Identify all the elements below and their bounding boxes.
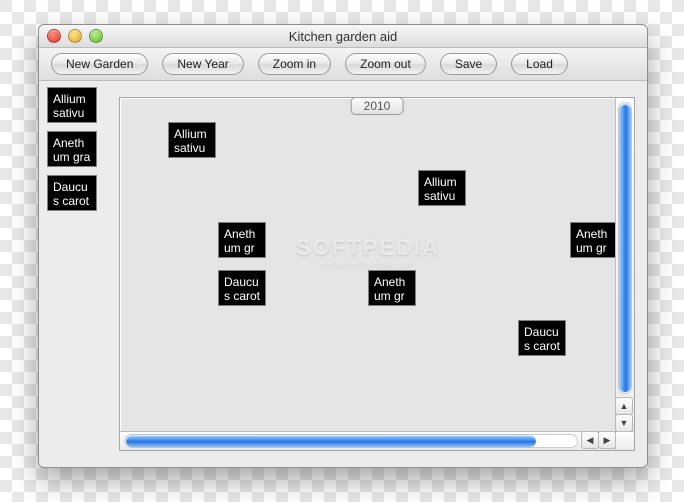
zoom-icon[interactable] — [89, 29, 103, 43]
content-area: Allium sativum Anethum graveolens Daucus… — [39, 81, 647, 467]
placed-plant[interactable]: Daucus carota — [518, 320, 566, 356]
palette-item[interactable]: Anethum graveolens — [47, 131, 97, 167]
watermark-text: SOFTPEDIA — [296, 235, 440, 261]
placed-plant[interactable]: Anethum graveolens — [218, 222, 266, 258]
window-controls — [47, 29, 103, 43]
new-garden-button[interactable]: New Garden — [51, 53, 148, 75]
placed-plant[interactable]: Anethum graveolens — [570, 222, 616, 258]
watermark: SOFTPEDIA www.softpedia.com — [296, 235, 440, 269]
window-title: Kitchen garden aid — [39, 29, 647, 44]
garden-panel: 2010 SOFTPEDIA www.softpedia.com Allium … — [119, 97, 635, 451]
zoom-out-button[interactable]: Zoom out — [345, 53, 426, 75]
load-button[interactable]: Load — [511, 53, 568, 75]
scroll-up-icon[interactable]: ▲ — [615, 397, 633, 415]
scroll-left-icon[interactable]: ◀ — [581, 431, 599, 449]
horizontal-scrollbar[interactable]: ◀ ▶ — [120, 431, 616, 450]
placed-plant[interactable]: Allium sativum — [168, 122, 216, 158]
app-window: Kitchen garden aid New Garden New Year Z… — [38, 24, 648, 468]
save-button[interactable]: Save — [440, 53, 497, 75]
scroll-down-icon[interactable]: ▼ — [615, 414, 633, 432]
new-year-button[interactable]: New Year — [162, 53, 243, 75]
palette-item[interactable]: Daucus carota — [47, 175, 97, 211]
scroll-corner — [615, 431, 634, 450]
minimize-icon[interactable] — [68, 29, 82, 43]
toolbar: New Garden New Year Zoom in Zoom out Sav… — [39, 48, 647, 81]
scroll-right-icon[interactable]: ▶ — [598, 431, 616, 449]
close-icon[interactable] — [47, 29, 61, 43]
placed-plant[interactable]: Daucus carota — [218, 270, 266, 306]
watermark-subtext: www.softpedia.com — [296, 259, 440, 269]
placed-plant[interactable]: Anethum graveolens — [368, 270, 416, 306]
scroll-thumb[interactable] — [126, 435, 536, 447]
title-bar[interactable]: Kitchen garden aid — [39, 25, 647, 48]
vertical-scrollbar[interactable]: ▲ ▼ — [615, 98, 634, 432]
plant-palette: Allium sativum Anethum graveolens Daucus… — [47, 87, 107, 211]
zoom-in-button[interactable]: Zoom in — [258, 53, 331, 75]
palette-item[interactable]: Allium sativum — [47, 87, 97, 123]
garden-canvas[interactable]: SOFTPEDIA www.softpedia.com Allium sativ… — [120, 98, 616, 432]
scroll-thumb[interactable] — [619, 104, 631, 392]
placed-plant[interactable]: Allium sativum — [418, 170, 466, 206]
